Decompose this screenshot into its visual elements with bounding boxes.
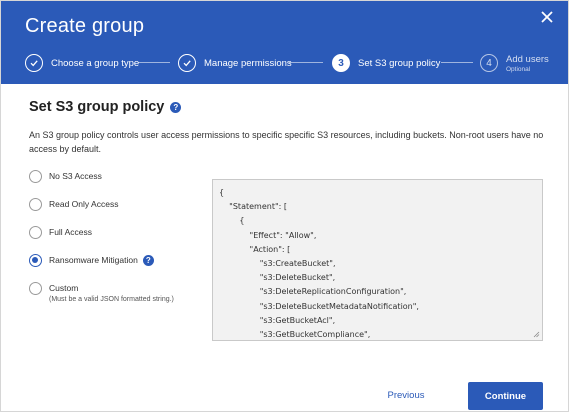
step-label-group: Add users Optional xyxy=(506,54,549,73)
step-optional-label: Optional xyxy=(506,65,531,73)
modal-footer: Previous Continue xyxy=(1,361,568,411)
close-icon[interactable] xyxy=(540,10,554,24)
radio-button[interactable] xyxy=(29,282,42,295)
option-label: Ransomware Mitigation xyxy=(49,255,138,265)
radio-button-selected[interactable] xyxy=(29,254,42,267)
option-read-only-access[interactable]: Read Only Access xyxy=(29,198,118,211)
step-add-users: 4 Add users Optional xyxy=(480,50,549,76)
radio-button[interactable] xyxy=(29,226,42,239)
help-icon[interactable]: ? xyxy=(142,255,154,266)
modal-header: Create group Choose a group type Manage … xyxy=(1,1,568,84)
step-connector xyxy=(441,62,473,63)
policy-json-content: { "Statement": [ { "Effect": "Allow", "A… xyxy=(219,188,419,340)
option-custom[interactable]: Custom (Must be a valid JSON formatted s… xyxy=(29,282,174,305)
radio-button[interactable] xyxy=(29,198,42,211)
step-set-s3-group-policy: 3 Set S3 group policy xyxy=(332,50,440,76)
step-choose-group-type: Choose a group type xyxy=(25,50,139,76)
step-connector xyxy=(289,62,323,63)
page-title: Set S3 group policy xyxy=(29,99,165,115)
option-label: Custom xyxy=(49,283,79,293)
step-label: Set S3 group policy xyxy=(358,57,441,69)
option-label: Read Only Access xyxy=(49,199,119,209)
option-hint: (Must be a valid JSON formatted string.) xyxy=(49,296,174,303)
step-label: Choose a group type xyxy=(51,57,140,69)
option-ransomware-mitigation[interactable]: Ransomware Mitigation ? xyxy=(29,254,154,267)
section-heading: Set S3 group policy ? xyxy=(29,99,182,115)
radio-button[interactable] xyxy=(29,170,42,183)
option-label: No S3 Access xyxy=(49,171,102,181)
step-label: Add users xyxy=(506,53,549,65)
modal-title: Create group xyxy=(25,15,145,37)
step-label: Manage permissions xyxy=(204,57,292,69)
continue-button[interactable]: Continue xyxy=(468,382,543,410)
help-icon[interactable]: ? xyxy=(170,101,182,113)
option-no-s3-access[interactable]: No S3 Access xyxy=(29,170,102,183)
resize-handle-icon[interactable] xyxy=(533,331,540,338)
previous-button[interactable]: Previous xyxy=(376,383,436,407)
step-manage-permissions: Manage permissions xyxy=(178,50,292,76)
check-icon xyxy=(25,54,43,72)
option-text-group: Custom (Must be a valid JSON formatted s… xyxy=(49,282,174,305)
section-description: An S3 group policy controls user access … xyxy=(29,130,544,154)
create-group-modal: Create group Choose a group type Manage … xyxy=(0,0,569,412)
option-label: Full Access xyxy=(49,227,92,237)
check-icon xyxy=(178,54,196,72)
step-number: 4 xyxy=(480,54,498,72)
step-number: 3 xyxy=(332,54,350,72)
option-full-access[interactable]: Full Access xyxy=(29,226,92,239)
step-connector xyxy=(138,62,170,63)
policy-json-textarea[interactable]: { "Statement": [ { "Effect": "Allow", "A… xyxy=(212,179,543,341)
